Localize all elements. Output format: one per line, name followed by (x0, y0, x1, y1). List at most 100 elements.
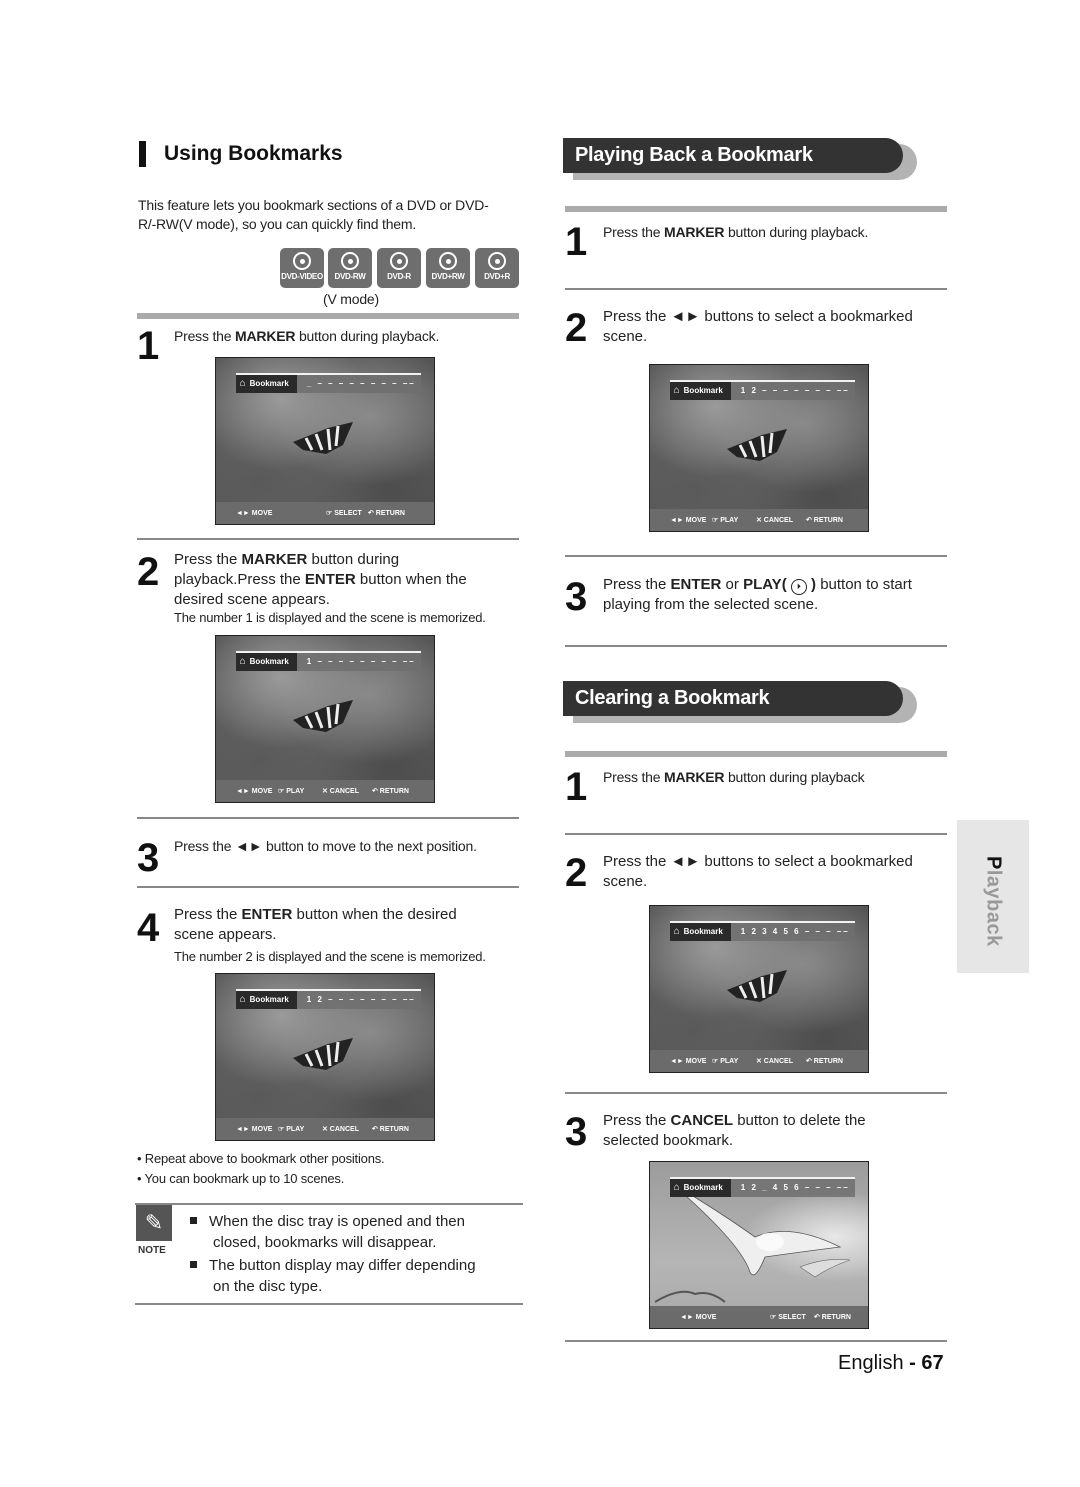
pencil-icon: ✎ (136, 1205, 172, 1241)
cancel-hint: ✕ CANCEL (756, 1058, 793, 1065)
bullet-item: • You can bookmark up to 10 scenes. (137, 1171, 345, 1186)
step-text: Press the CANCEL button to delete the se… (603, 1112, 866, 1149)
step-text: Press the ◄► buttons to select a bookmar… (603, 308, 913, 345)
screen-bookmark-six: ⌂ Bookmark 1 2 3 4 5 6 – – – –– ◄► MOVE ☞… (649, 905, 869, 1073)
step-text: Press the MARKER button during playback.… (174, 551, 467, 608)
bookmark-icon: ⌂ (239, 994, 246, 1006)
bookmark-icon: ⌂ (239, 378, 246, 390)
step-number: 1 (137, 324, 160, 368)
note-label: NOTE (138, 1245, 166, 1256)
play-hint: ☞ PLAY (278, 788, 305, 795)
step-text: Press the MARKER button during playback. (603, 224, 869, 240)
bookmark-slots: 1 – – – – – – – – –– (306, 657, 416, 667)
move-hint: ◄► MOVE (236, 509, 273, 517)
play-icon: ⏵ (790, 579, 807, 595)
bookmark-slots: _ – – – – – – – – –– (306, 379, 416, 389)
bookmark-bar: ⌂ Bookmark 1 2 – – – – – – – –– (669, 379, 855, 400)
section-title: Using Bookmarks (164, 142, 343, 165)
step-number: 2 (565, 851, 588, 895)
screen-bookmark-select: ⌂ Bookmark 1 2 – – – – – – – –– ◄► MOVE ☞… (649, 364, 869, 532)
step-number: 1 (565, 220, 588, 264)
divider (565, 645, 947, 647)
osd-button-bar: ◄► MOVE ☞ SELECT ↶ RETURN (650, 1306, 868, 1328)
divider (135, 1203, 523, 1205)
butterfly-image (727, 970, 787, 1002)
return-hint: ↶ RETURN (368, 510, 405, 517)
step-number: 2 (565, 306, 588, 350)
section-header-playing-back: Playing Back a Bookmark (563, 138, 923, 180)
step-sub-note: The number 2 is displayed and the scene … (174, 949, 486, 964)
dvd-video-icon: DVD-VIDEO (280, 248, 324, 288)
divider (565, 288, 947, 290)
select-hint: ☞ SELECT (326, 510, 362, 517)
osd-button-bar: ◄► MOVE ☞ PLAY ✕ CANCEL ↶ RETURN (650, 1050, 868, 1072)
osd-button-bar: ◄► MOVE ☞ PLAY ✕ CANCEL ↶ RETURN (216, 780, 434, 802)
divider (565, 555, 947, 557)
screen-bookmark-2: ⌂ Bookmark 1 2 – – – – – – – –– ◄► MOVE ☞… (215, 973, 435, 1141)
return-hint: ↶ RETURN (372, 788, 409, 795)
dvd-plus-r-icon: DVD+R (475, 248, 519, 288)
chapter-tab-playback: Playback (957, 820, 1029, 973)
return-hint: ↶ RETURN (806, 1058, 843, 1065)
bookmark-slots: 1 2 3 4 5 6 – – – –– (740, 927, 850, 937)
cancel-hint: ✕ CANCEL (322, 1126, 359, 1133)
divider (565, 1092, 947, 1094)
return-hint: ↶ RETURN (372, 1126, 409, 1133)
page-footer: English - 67 (838, 1352, 944, 1374)
osd-button-bar: ◄► MOVE ☞ SELECT ↶ RETURN (216, 502, 434, 524)
intro-text: This feature lets you bookmark sections … (138, 197, 489, 232)
return-hint: ↶ RETURN (814, 1314, 851, 1321)
divider (137, 817, 519, 819)
square-bullet-icon (190, 1216, 197, 1224)
bookmark-icon: ⌂ (673, 1182, 680, 1194)
page-number: 67 (921, 1352, 944, 1374)
step-number: 3 (137, 836, 160, 880)
screen-bookmark-empty: ⌂ Bookmark _ – – – – – – – – –– ◄► MOVE ☞… (215, 357, 435, 525)
bookmark-slots: 1 2 _ 4 5 6 – – – –– (740, 1183, 850, 1193)
note-text: When the disc tray is opened and then cl… (190, 1211, 520, 1297)
square-bullet-icon (190, 1260, 197, 1268)
step-text: Press the ENTER or PLAY( ⏵ ) button to s… (603, 576, 912, 613)
return-hint: ↶ RETURN (806, 517, 843, 524)
divider (137, 886, 519, 888)
screen-bookmark-1: ⌂ Bookmark 1 – – – – – – – – –– ◄► MOVE ☞… (215, 635, 435, 803)
step-text: Press the ◄► button to move to the next … (174, 838, 477, 854)
move-hint: ◄► MOVE (236, 1125, 273, 1133)
divider (565, 206, 947, 212)
butterfly-image (293, 1038, 353, 1070)
play-hint: ☞ PLAY (712, 1058, 739, 1065)
bookmark-bar: ⌂ Bookmark 1 – – – – – – – – –– (235, 650, 421, 671)
divider (137, 538, 519, 540)
dvd-plus-rw-icon: DVD+RW (426, 248, 470, 288)
dvd-rw-icon: DVD-RW (328, 248, 372, 288)
bookmark-bar: ⌂ Bookmark 1 2 – – – – – – – –– (235, 988, 421, 1009)
disc-type-icons: DVD-VIDEO DVD-RW DVD-R DVD+RW DVD+R (280, 248, 520, 290)
select-hint: ☞ SELECT (770, 1314, 806, 1321)
bookmark-bar: ⌂ Bookmark _ – – – – – – – – –– (235, 372, 421, 393)
step-text: Press the MARKER button during playback (603, 769, 865, 785)
move-hint: ◄► MOVE (670, 1057, 707, 1065)
osd-button-bar: ◄► MOVE ☞ PLAY ✕ CANCEL ↶ RETURN (216, 1118, 434, 1140)
divider (135, 1303, 523, 1305)
divider (565, 751, 947, 757)
bookmark-icon: ⌂ (673, 385, 680, 397)
butterfly-image (727, 429, 787, 461)
bookmark-icon: ⌂ (239, 656, 246, 668)
play-hint: ☞ PLAY (712, 517, 739, 524)
footer-language: English (838, 1352, 904, 1374)
step-text: Press the ◄► buttons to select a bookmar… (603, 853, 913, 890)
section-title-marker (139, 141, 146, 167)
divider (137, 313, 519, 319)
bullet-item: • Repeat above to bookmark other positio… (137, 1151, 385, 1166)
left-right-arrows-icon: ◄► (235, 838, 263, 854)
bookmark-bar: ⌂ Bookmark 1 2 _ 4 5 6 – – – –– (669, 1176, 855, 1197)
move-hint: ◄► MOVE (680, 1313, 717, 1321)
bookmark-slots: 1 2 – – – – – – – –– (740, 386, 850, 396)
play-hint: ☞ PLAY (278, 1126, 305, 1133)
v-mode-caption: (V mode) (323, 291, 379, 307)
step-number: 2 (137, 550, 160, 594)
bookmark-icon: ⌂ (673, 926, 680, 938)
dvd-r-icon: DVD-R (377, 248, 421, 288)
step-sub-note: The number 1 is displayed and the scene … (174, 610, 486, 625)
bookmark-bar: ⌂ Bookmark 1 2 3 4 5 6 – – – –– (669, 920, 855, 941)
